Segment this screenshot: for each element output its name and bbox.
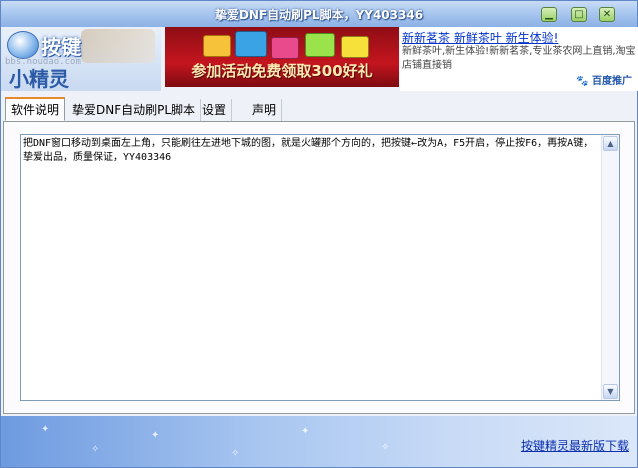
banner-text: 参加活动免费领取300好礼 <box>191 62 373 80</box>
ad-brand-label: 百度推广 <box>592 76 632 87</box>
scroll-up-button[interactable]: ▲ <box>603 136 618 151</box>
gift-icon <box>271 37 299 59</box>
logo-brand-text-2: 小精灵 <box>9 67 69 91</box>
description-text: 把DNF窗口移动到桌面左上角，只能刷往左进地下城的图，就是火罐那个方向的，把按键… <box>23 138 594 163</box>
gift-icon <box>235 31 267 57</box>
main-window: 挚爱DNF自动刷PL脚本，YY403346 ▁ □ ✕ 按键 bbs.houda… <box>0 0 638 468</box>
ad-description: 新鲜茶叶,新生体验!新新茗茶,专业茶农网上直销,淘宝店铺直接销 <box>402 46 636 71</box>
close-button[interactable]: ✕ <box>599 7 615 22</box>
sparkle-icon: ✧ <box>381 442 390 453</box>
chevron-up-icon: ▲ <box>607 139 614 148</box>
tab-script[interactable]: 挚爱DNF自动刷PL脚本 <box>67 99 202 121</box>
sparkle-icon: ✦ <box>41 424 50 435</box>
tab-software-info[interactable]: 软件说明 <box>5 97 66 121</box>
chevron-down-icon: ▼ <box>607 387 614 396</box>
gift-icon <box>341 36 369 58</box>
tab-settings[interactable]: 设置 <box>197 99 233 121</box>
text-ad[interactable]: 新新茗茶 新鲜茶叶 新生体验! 新鲜茶叶,新生体验!新新茗茶,专业茶农网上直销,… <box>400 27 638 91</box>
logo: 按键 bbs.houdao.com 小精灵 <box>1 27 161 91</box>
minimize-button[interactable]: ▁ <box>541 7 557 22</box>
tab-statement[interactable]: 声明 <box>247 99 283 121</box>
ad-banner[interactable]: 参加活动免费领取300好礼 <box>165 27 399 87</box>
sparkle-icon: ✦ <box>151 430 160 441</box>
close-icon: ✕ <box>602 9 612 20</box>
description-textarea[interactable]: 把DNF窗口移动到桌面左上角，只能刷往左进地下城的图，就是火罐那个方向的，把按键… <box>20 134 620 401</box>
tab-bar: 软件说明 挚爱DNF自动刷PL脚本 设置 声明 <box>3 97 635 122</box>
maximize-icon: □ <box>574 9 584 20</box>
paw-icon: 🐾 <box>576 76 589 87</box>
minimize-icon: ▁ <box>545 9 553 20</box>
logo-bubble-icon <box>7 31 39 59</box>
status-bar: ✦ ✧ ✦ ✧ ✦ ✧ 按键精灵最新版下载 <box>1 416 637 467</box>
scroll-down-button[interactable]: ▼ <box>603 384 618 399</box>
watermark-logo <box>81 29 155 63</box>
tab-panel: 把DNF窗口移动到桌面左上角，只能刷往左进地下城的图，就是火罐那个方向的，把按键… <box>3 122 635 414</box>
logo-brand-text: 按键 <box>41 35 81 59</box>
sparkle-icon: ✧ <box>231 448 240 459</box>
ad-brand: 🐾 百度推广 <box>576 72 632 87</box>
title-bar[interactable]: 挚爱DNF自动刷PL脚本，YY403346 ▁ □ ✕ <box>1 1 637 27</box>
sparkle-icon: ✦ <box>301 426 310 437</box>
ad-title-link[interactable]: 新新茗茶 新鲜茶叶 新生体验! <box>402 29 558 46</box>
maximize-button[interactable]: □ <box>571 7 587 22</box>
gift-icon <box>203 35 231 57</box>
vertical-scrollbar[interactable]: ▲ ▼ <box>601 135 619 400</box>
download-latest-link[interactable]: 按键精灵最新版下载 <box>521 437 629 454</box>
sparkle-icon: ✧ <box>91 444 100 455</box>
gift-icon <box>305 33 335 57</box>
